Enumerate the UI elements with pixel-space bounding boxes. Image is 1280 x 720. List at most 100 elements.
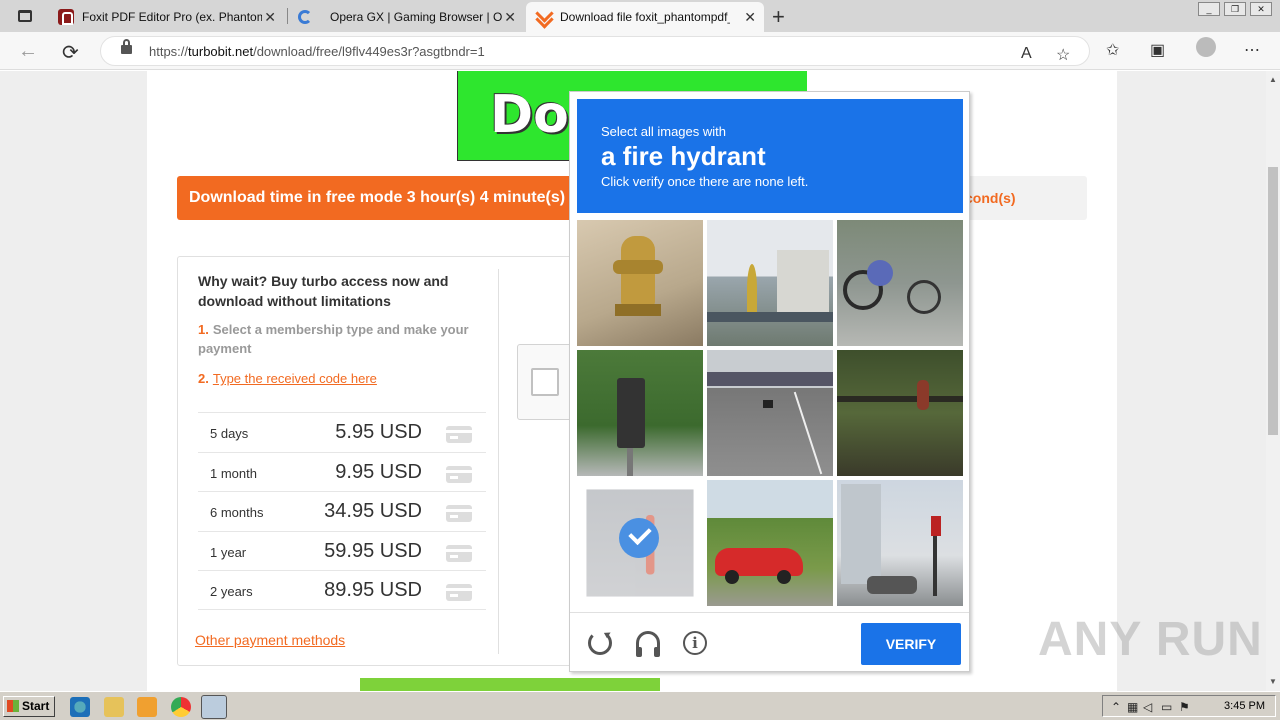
challenge-target: a fire hydrant: [601, 141, 766, 171]
verify-button[interactable]: VERIFY: [861, 623, 961, 665]
page-scrollbar[interactable]: ▲ ▼: [1266, 71, 1280, 691]
start-button[interactable]: Start: [3, 696, 55, 717]
tab-foxit[interactable]: Foxit PDF Editor Pro (ex. Phantom ✕: [48, 2, 284, 32]
challenge-hint: Click verify once there are none left.: [601, 174, 809, 189]
captcha-tile-traffic-light[interactable]: [577, 350, 703, 476]
tab-actions-menu[interactable]: [8, 6, 42, 26]
tab-title: Download file foxit_phantompdf_: [560, 10, 730, 24]
price-row[interactable]: 1 month 9.95 USD: [198, 451, 486, 492]
tab-title: Opera GX | Gaming Browser | Opera: [330, 10, 502, 24]
anyrun-watermark: ANY RUN: [1038, 613, 1263, 666]
price-value: 34.95 USD: [324, 500, 422, 522]
tab-turbobit[interactable]: Download file foxit_phantompdf_ ✕: [526, 2, 764, 32]
tab-bar: Foxit PDF Editor Pro (ex. Phantom ✕ Oper…: [0, 0, 1280, 32]
other-payment-methods-link[interactable]: Other payment methods: [195, 632, 345, 648]
window-close-button[interactable]: ✕: [1250, 2, 1272, 16]
enter-code-link[interactable]: Type the received code here: [213, 371, 377, 386]
credit-card-icon[interactable]: [446, 465, 472, 483]
turbobit-icon: [536, 9, 552, 25]
tab-opera[interactable]: Opera GX | Gaming Browser | Opera ✕: [288, 2, 524, 32]
challenge-footer: i VERIFY: [570, 612, 969, 672]
credit-card-icon[interactable]: [446, 505, 472, 522]
collections-icon[interactable]: ▣: [1150, 40, 1165, 60]
price-row[interactable]: 6 months 34.95 USD: [198, 491, 486, 531]
close-icon[interactable]: ✕: [744, 9, 756, 26]
price-value: 5.95 USD: [335, 421, 422, 443]
tile-image: [707, 480, 833, 606]
offer-divider: [498, 269, 499, 654]
scroll-down-arrow-icon[interactable]: ▼: [1269, 677, 1277, 686]
tile-image: [837, 350, 963, 476]
lock-icon: [121, 39, 132, 54]
period-label: 2 years: [210, 584, 253, 599]
download-time-bar: Download time in free mode 3 hour(s) 4 m…: [177, 176, 597, 220]
step-text: Select a membership type and make your p…: [198, 322, 469, 356]
show-hidden-icon[interactable]: ⌃: [1111, 700, 1121, 714]
credit-card-icon[interactable]: [446, 584, 472, 601]
price-row[interactable]: 5 days 5.95 USD: [198, 412, 486, 452]
banner-text: Do: [490, 85, 569, 145]
step-2: 2. Type the received code here: [198, 369, 488, 388]
step-number: 2.: [198, 371, 209, 386]
back-arrow-icon[interactable]: ←: [18, 40, 38, 63]
period-label: 1 year: [210, 544, 247, 560]
challenge-instruction: Select all images with: [601, 124, 726, 139]
captcha-tile-park[interactable]: [837, 350, 963, 476]
recaptcha-challenge: Select all images with a fire hydrant Cl…: [569, 91, 970, 672]
captcha-tile-street[interactable]: [837, 480, 963, 606]
download-button-green[interactable]: [360, 678, 660, 691]
price-table: 5 days 5.95 USD 1 month 9.95 USD 6 month…: [198, 412, 486, 610]
profile-avatar[interactable]: [1196, 37, 1216, 62]
step-1: 1. Select a membership type and make your…: [198, 320, 488, 358]
restore-button[interactable]: ❐: [1224, 2, 1246, 16]
captcha-tile-building[interactable]: [707, 220, 833, 346]
price-row[interactable]: 2 years 89.95 USD: [198, 570, 486, 610]
media-player-icon[interactable]: [137, 697, 157, 717]
recaptcha-anchor: [517, 344, 577, 420]
minimize-button[interactable]: _: [1198, 2, 1220, 16]
credit-card-icon[interactable]: [446, 426, 472, 443]
price-value: 89.95 USD: [324, 579, 422, 601]
add-favorite-icon[interactable]: ☆: [1056, 45, 1070, 65]
audio-challenge-icon[interactable]: [636, 631, 660, 657]
reload-icon[interactable]: ⟳: [62, 40, 79, 65]
edge-icon[interactable]: [201, 695, 227, 719]
scroll-up-arrow-icon[interactable]: ▲: [1269, 75, 1277, 84]
period-label: 6 months: [210, 505, 264, 520]
challenge-header: Select all images with a fire hydrant Cl…: [577, 99, 963, 213]
close-icon[interactable]: ✕: [504, 9, 516, 26]
period-label: 1 month: [210, 465, 257, 481]
favorites-icon[interactable]: ✩: [1106, 40, 1119, 60]
network-icon[interactable]: ▦: [1127, 700, 1138, 714]
step-number: 1.: [198, 322, 209, 337]
read-aloud-icon[interactable]: A: [1021, 45, 1032, 63]
scroll-thumb[interactable]: [1268, 167, 1278, 435]
captcha-tile-red-car[interactable]: [707, 480, 833, 606]
volume-icon[interactable]: ◁: [1143, 700, 1152, 714]
foxit-icon: [58, 9, 74, 25]
url-input[interactable]: https://turbobit.net/download/free/l9flv…: [100, 36, 1090, 66]
captcha-tile-fire-hydrant[interactable]: [577, 220, 703, 346]
flag-icon[interactable]: ⚑: [1179, 700, 1190, 714]
close-icon[interactable]: ✕: [264, 9, 276, 26]
credit-card-icon[interactable]: [446, 544, 472, 562]
help-info-icon[interactable]: i: [683, 631, 707, 655]
captcha-tile-fire-hydrant-selected[interactable]: [577, 480, 703, 606]
new-tab-button[interactable]: +: [772, 4, 785, 30]
offer-title: Why wait? Buy turbo access now and downl…: [198, 273, 449, 309]
price-row[interactable]: 1 year 59.95 USD: [198, 530, 486, 571]
captcha-tile-highway[interactable]: [707, 350, 833, 476]
folder-icon[interactable]: [104, 697, 124, 717]
price-value: 9.95 USD: [335, 460, 422, 483]
ie-icon[interactable]: [70, 697, 90, 717]
price-value: 59.95 USD: [324, 539, 422, 562]
chrome-icon[interactable]: [171, 697, 191, 717]
power-icon[interactable]: ▭: [1161, 700, 1172, 714]
reload-challenge-icon[interactable]: [588, 631, 612, 655]
recaptcha-checkbox[interactable]: [531, 368, 559, 396]
tile-image: [577, 220, 703, 346]
url-text: https://turbobit.net/download/free/l9flv…: [149, 44, 485, 59]
more-menu-icon[interactable]: ⋯: [1244, 40, 1260, 60]
captcha-tile-bicycles[interactable]: [837, 220, 963, 346]
wait-text: cond(s): [965, 190, 1016, 206]
